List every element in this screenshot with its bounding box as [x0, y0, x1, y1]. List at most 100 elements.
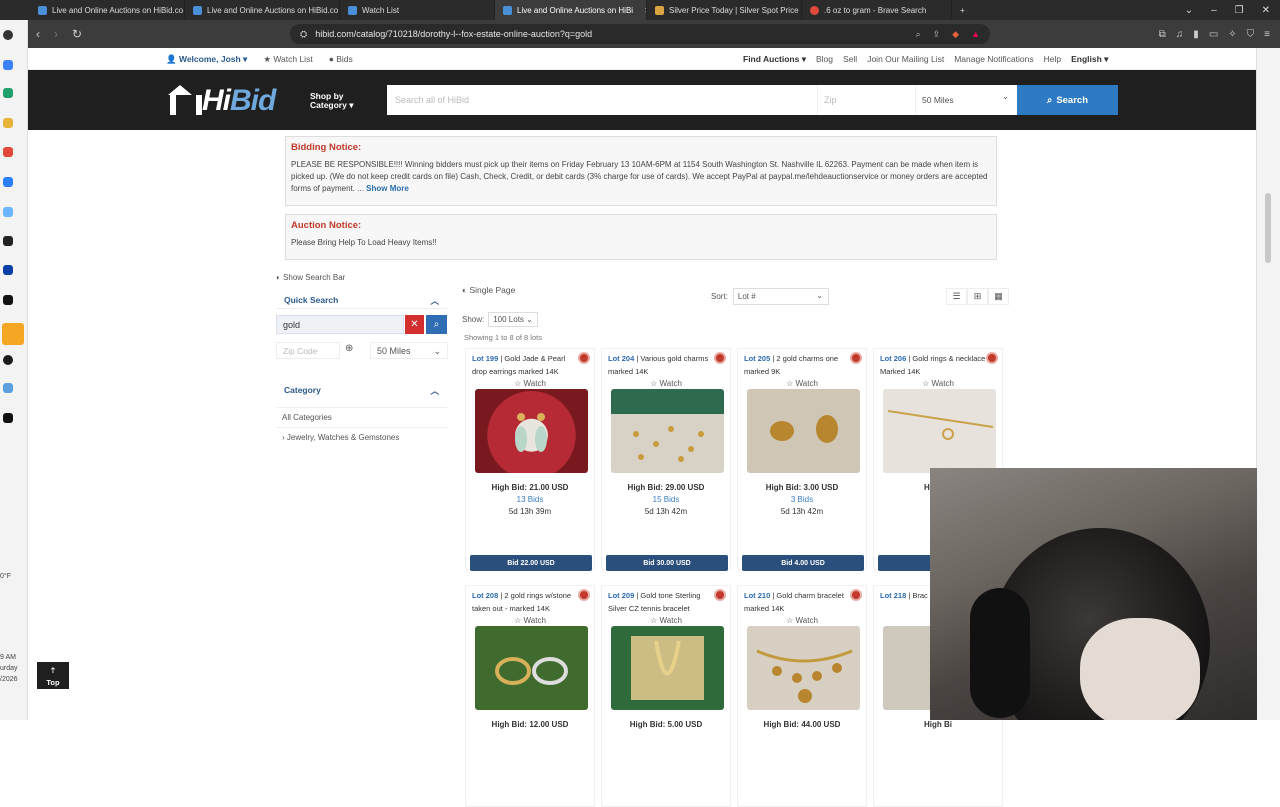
zoom-icon[interactable]: ⌕ [916, 29, 921, 40]
quick-search-header[interactable]: Quick Search ︿ [276, 292, 447, 309]
lot-number[interactable]: Lot 206 [880, 354, 906, 363]
app-icon[interactable] [3, 236, 13, 246]
sidebar-toggle-icon[interactable]: ▮ [1193, 29, 1199, 40]
restore-icon[interactable]: ❐ [1235, 5, 1244, 16]
new-tab-button[interactable]: + [952, 0, 982, 20]
welcome-menu[interactable]: 👤 Welcome, Josh ▾ [166, 54, 247, 65]
lot-title[interactable]: Lot 205 | 2 gold charms one marked 9K [744, 353, 854, 378]
watch-button[interactable]: ☆ Watch [466, 616, 594, 625]
bid-button[interactable]: Bid 4.00 USD [742, 555, 864, 571]
browser-tab[interactable]: Live and Online Auctions on HiBid.co [185, 0, 340, 20]
app-icon[interactable] [3, 207, 13, 217]
app-icon[interactable] [2, 323, 24, 345]
tab-search-icon[interactable]: ⌄ [1185, 5, 1193, 16]
lot-title[interactable]: Lot 204 | Various gold charms marked 14K [608, 353, 718, 378]
lot-image[interactable] [747, 389, 860, 473]
show-search-bar-toggle[interactable]: ◐ Show Search Bar [276, 273, 345, 282]
lot-title[interactable]: Lot 208 | 2 gold rings w/stone taken out… [472, 590, 582, 615]
category-header[interactable]: Category ︿ [276, 382, 447, 399]
lot-image[interactable] [747, 626, 860, 710]
lot-image[interactable] [475, 626, 588, 710]
brave-rewards-icon[interactable]: ▲ [971, 29, 980, 40]
lot-number[interactable]: Lot 209 [608, 591, 634, 600]
app-icon[interactable] [3, 265, 13, 275]
miles-select[interactable]: 50 Miles ⌄ [370, 342, 448, 359]
url-text[interactable]: hibid.com/catalog/710218/dorothy-l--fox-… [315, 29, 592, 39]
lot-number[interactable]: Lot 218 [880, 591, 906, 600]
bid-count-link[interactable]: 13 Bids [466, 495, 594, 504]
lot-card[interactable]: Lot 204 | Various gold charms marked 14K… [601, 348, 731, 571]
lot-card[interactable]: Lot 208 | 2 gold rings w/stone taken out… [465, 585, 595, 807]
bid-button[interactable]: Bid 30.00 USD [606, 555, 728, 571]
app-icon[interactable] [3, 383, 13, 393]
browser-tab[interactable]: Watch List [340, 0, 495, 20]
help-link[interactable]: Help [1044, 54, 1061, 65]
site-info-icon[interactable]: ⛭ [300, 29, 307, 40]
header-miles-select[interactable]: 50 Miles [915, 85, 1017, 115]
show-select[interactable]: 100 Lots ⌄ [488, 312, 538, 327]
locate-me-icon[interactable]: ⊕ [345, 343, 353, 354]
quick-search-button[interactable]: ⌕ [426, 315, 447, 334]
lot-title[interactable]: Lot 206 | Gold rings & necklace Marked 1… [880, 353, 990, 378]
zip-code-input[interactable]: Zip Code [276, 342, 340, 359]
bid-count-link[interactable]: 15 Bids [602, 495, 730, 504]
lot-card[interactable]: Lot 199 | Gold Jade & Pearl drop earring… [465, 348, 595, 571]
lot-number[interactable]: Lot 204 [608, 354, 634, 363]
list-view-icon[interactable]: ☰ [946, 288, 967, 305]
app-icon[interactable] [3, 413, 13, 423]
blog-link[interactable]: Blog [816, 54, 833, 65]
app-icon[interactable] [3, 60, 13, 70]
extensions-icon[interactable]: ⧉ [1159, 29, 1166, 40]
watch-button[interactable]: ☆ Watch [874, 379, 1002, 388]
bid-button[interactable]: Bid 22.00 USD [470, 555, 592, 571]
media-icon[interactable]: ♫ [1176, 29, 1184, 40]
lot-title[interactable]: Lot 209 | Gold tone Sterling Silver CZ t… [608, 590, 718, 615]
lot-number[interactable]: Lot 208 [472, 591, 498, 600]
back-icon[interactable]: ‹ [36, 27, 40, 41]
close-window-icon[interactable]: ✕ [1262, 5, 1270, 16]
app-icon[interactable] [3, 118, 13, 128]
reload-icon[interactable]: ↻ [72, 27, 82, 41]
page-scrollbar[interactable] [1256, 48, 1280, 720]
search-button[interactable]: ⌕ Search [1017, 85, 1118, 115]
lot-image[interactable] [475, 389, 588, 473]
site-search-input[interactable]: Search all of HiBid [387, 85, 817, 115]
bid-count-link[interactable]: 3 Bids [738, 495, 866, 504]
shop-by-category-menu[interactable]: Shop by Category ▾ [310, 92, 353, 110]
watch-button[interactable]: ☆ Watch [602, 379, 730, 388]
header-zip-input[interactable]: Zip [817, 85, 915, 115]
manage-notifications-link[interactable]: Manage Notifications [954, 54, 1033, 65]
app-icon[interactable] [3, 295, 13, 305]
brave-shields-icon[interactable]: ◆ [952, 29, 959, 40]
lot-image[interactable] [883, 389, 996, 473]
lot-card[interactable]: Lot 209 | Gold tone Sterling Silver CZ t… [601, 585, 731, 807]
compact-view-icon[interactable]: ▦ [988, 288, 1009, 305]
single-page-toggle[interactable]: ◐ Single Page [462, 285, 515, 295]
minimize-icon[interactable]: – [1211, 5, 1217, 16]
lot-number[interactable]: Lot 210 [744, 591, 770, 600]
app-icon[interactable] [3, 147, 13, 157]
hibid-logo[interactable]: HiBid [162, 84, 276, 118]
lot-title[interactable]: Lot 199 | Gold Jade & Pearl drop earring… [472, 353, 582, 378]
lot-number[interactable]: Lot 199 [472, 354, 498, 363]
watch-button[interactable]: ☆ Watch [466, 379, 594, 388]
category-jewelry[interactable]: › Jewelry, Watches & Gemstones [276, 427, 447, 447]
address-bar[interactable]: ⛭ hibid.com/catalog/710218/dorothy-l--fox… [290, 24, 990, 44]
watch-button[interactable]: ☆ Watch [738, 379, 866, 388]
lot-image[interactable] [611, 389, 724, 473]
vpn-icon[interactable]: ⛉ [1247, 29, 1255, 40]
menu-icon[interactable]: ≡ [1264, 29, 1270, 40]
lot-card[interactable]: Lot 210 | Gold charm bracelet marked 14K… [737, 585, 867, 807]
quick-search-input[interactable]: gold [276, 315, 404, 334]
bids-link[interactable]: ● Bids [329, 54, 353, 65]
sort-select[interactable]: Lot # ⌄ [732, 288, 829, 305]
lot-card[interactable]: Lot 205 | 2 gold charms one marked 9K ☆ … [737, 348, 867, 571]
share-icon[interactable]: ⇪ [933, 29, 941, 40]
all-categories-link[interactable]: All Categories [276, 407, 447, 427]
scrollbar-thumb[interactable] [1265, 193, 1271, 263]
app-icon[interactable] [3, 30, 13, 40]
app-icon[interactable] [3, 88, 13, 98]
app-icon[interactable] [3, 355, 13, 365]
back-to-top-button[interactable]: 🡑 Top [37, 662, 69, 689]
sell-link[interactable]: Sell [843, 54, 857, 65]
